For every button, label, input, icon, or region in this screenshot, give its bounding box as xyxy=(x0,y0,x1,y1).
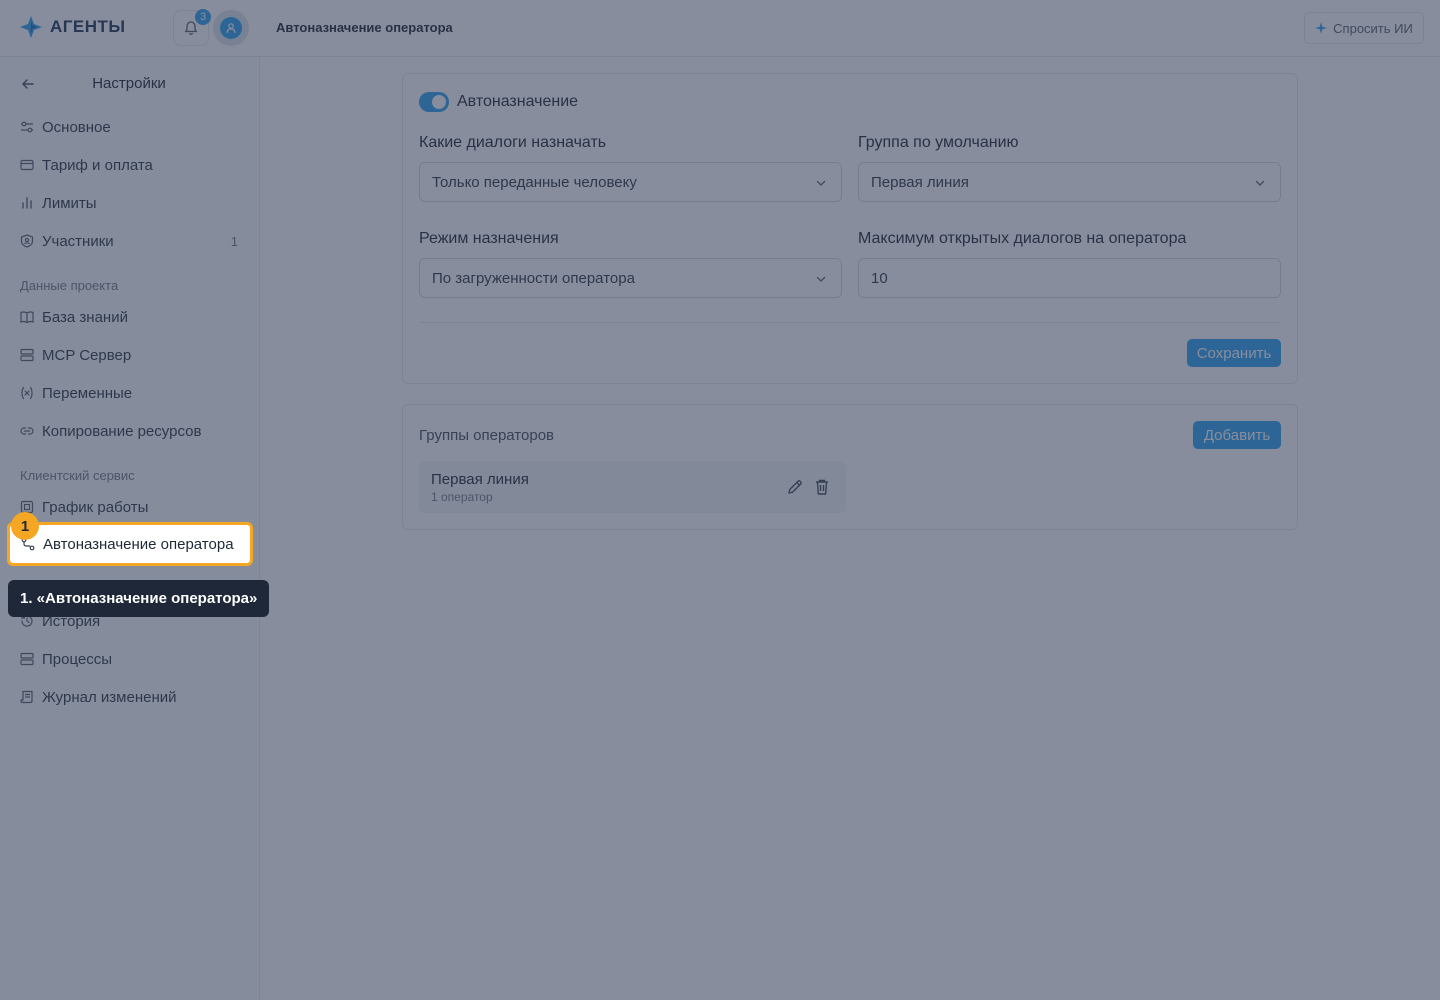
default-group-label: Группа по умолчанию xyxy=(858,134,1019,151)
ask-ai-button[interactable]: Спросить ИИ xyxy=(1304,12,1424,44)
which-dialogs-select[interactable]: Только переданные человеку xyxy=(419,162,842,202)
sparkle-icon xyxy=(1315,22,1328,34)
default-group-select[interactable]: Первая линия xyxy=(858,162,1281,202)
link-icon xyxy=(20,427,34,435)
section-client-service: Клиентский сервис xyxy=(20,468,135,483)
operator-groups-card: Группы операторов Добавить Первая линия … xyxy=(402,404,1298,530)
autoassign-toggle[interactable] xyxy=(419,92,449,112)
book-icon xyxy=(20,311,34,324)
save-button[interactable]: Сохранить xyxy=(1187,339,1281,367)
top-bar: АГЕНТЫ 3 Автоназначение оператора Спроси… xyxy=(0,0,1440,57)
list-item[interactable]: Первая линия 1 оператор xyxy=(419,461,846,513)
sidebar-item-variables[interactable]: Переменные xyxy=(10,376,250,410)
user-icon xyxy=(226,23,236,34)
sidebar-item-billing[interactable]: Тариф и оплата xyxy=(10,148,250,182)
trash-icon[interactable] xyxy=(814,478,830,496)
avatar xyxy=(220,17,242,39)
sidebar-item-mcp-server[interactable]: MCP Сервер xyxy=(10,338,250,372)
bar-chart-icon xyxy=(22,197,32,209)
sliders-icon xyxy=(21,121,33,133)
sidebar-item-limits[interactable]: Лимиты xyxy=(10,186,250,220)
credit-card-icon xyxy=(20,159,34,171)
assign-mode-label: Режим назначения xyxy=(419,230,559,247)
chevron-down-icon xyxy=(816,180,826,186)
assign-mode-select[interactable]: По загруженности оператора xyxy=(419,258,842,298)
chevron-down-icon xyxy=(816,276,826,282)
shield-user-icon xyxy=(20,234,34,248)
sidebar-item-knowledge-base[interactable]: База знаний xyxy=(10,300,250,334)
add-group-button[interactable]: Добавить xyxy=(1193,421,1281,449)
sidebar-item-processes[interactable]: Процессы xyxy=(10,642,250,676)
sidebar-item-general[interactable]: Основное xyxy=(10,110,250,144)
sidebar-title: Настройки xyxy=(92,75,166,92)
max-dialogs-label: Максимум открытых диалогов на оператора xyxy=(858,230,1187,247)
user-avatar-button[interactable] xyxy=(213,10,249,46)
scroll-icon xyxy=(20,690,33,704)
variable-icon xyxy=(21,386,33,400)
group-name: Первая линия xyxy=(431,471,529,488)
members-count: 1 xyxy=(230,233,238,249)
max-dialogs-input[interactable]: 10 xyxy=(858,258,1281,298)
notifications-badge: 3 xyxy=(195,9,211,25)
sidebar-item-autoassign[interactable]: Автоназначение оператора xyxy=(7,522,253,566)
group-operator-count: 1 оператор xyxy=(431,490,493,504)
sidebar-item-schedule[interactable]: График работы xyxy=(10,490,250,524)
sidebar-item-changelog[interactable]: Журнал изменений xyxy=(10,680,250,714)
server-icon xyxy=(20,652,34,666)
divider xyxy=(419,322,1281,323)
tour-step-badge: 1 xyxy=(11,512,39,540)
page-title: Автоназначение оператора xyxy=(276,20,453,35)
ask-ai-label: Спросить ИИ xyxy=(1333,20,1413,36)
server-icon xyxy=(20,348,34,362)
autoassign-card: Автоназначение Какие диалоги назначать Т… xyxy=(402,73,1298,384)
operator-groups-title: Группы операторов xyxy=(419,427,555,444)
sidebar-item-members[interactable]: Участники 1 xyxy=(10,224,250,258)
autoassign-toggle-label: Автоназначение xyxy=(457,93,579,110)
sidebar-item-copy-resources[interactable]: Копирование ресурсов xyxy=(10,414,250,448)
section-project-data: Данные проекта xyxy=(20,278,119,293)
which-dialogs-label: Какие диалоги назначать xyxy=(419,134,607,151)
brand[interactable]: АГЕНТЫ xyxy=(18,14,126,40)
brand-logo-icon xyxy=(20,16,42,38)
tour-tooltip: 1. «Автоназначение оператора» xyxy=(8,580,270,617)
brand-name: АГЕНТЫ xyxy=(50,17,126,36)
chevron-down-icon xyxy=(1255,180,1265,186)
pencil-icon[interactable] xyxy=(786,478,804,496)
